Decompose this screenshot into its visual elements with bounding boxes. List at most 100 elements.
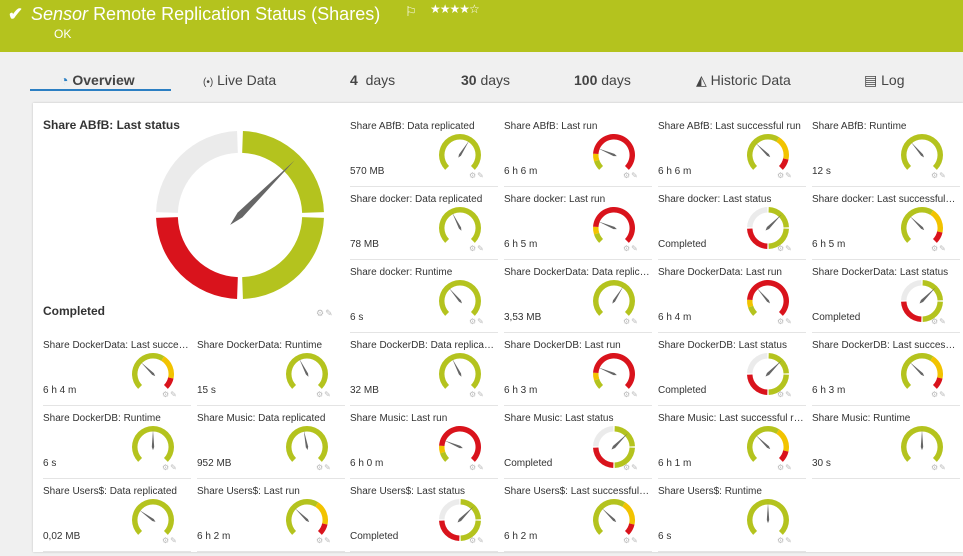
tile-settings-icon[interactable]: ⚙✎ [777, 463, 793, 472]
gauge-tile[interactable]: Share DockerData: Last status Completed ⚙✎ [812, 263, 960, 333]
gauge-tile[interactable]: Share DockerData: Data replicated 3,53 MB… [504, 263, 652, 333]
tab-live-data[interactable]: (•) Live Data [203, 72, 276, 88]
tab-100-days[interactable]: 100 days [574, 72, 631, 88]
gauge-tile[interactable]: Share Users$: Last successful run 6 h 2 m… [504, 482, 652, 552]
tile-settings-icon[interactable]: ⚙✎ [469, 536, 485, 545]
tile-settings-icon[interactable]: ⚙✎ [777, 317, 793, 326]
gauge-needle [444, 440, 463, 449]
tile-settings-icon[interactable]: ⚙✎ [316, 390, 332, 399]
gauge-tile-value: 6 h 2 m [504, 531, 538, 542]
tile-settings-icon[interactable]: ⚙✎ [469, 317, 485, 326]
tab-log[interactable]: ▤ Log [864, 72, 904, 89]
gauge-band-grey [156, 131, 238, 213]
gauge-tile[interactable]: Share Users$: Data replicated 0,02 MB ⚙✎ [43, 482, 191, 552]
gauge-tile[interactable]: Share docker: Data replicated 78 MB ⚙✎ [350, 190, 498, 260]
flag-icon[interactable]: ⚐ [405, 4, 417, 20]
tile-settings-icon[interactable]: ⚙✎ [931, 244, 947, 253]
gauge-band-green [593, 280, 635, 316]
tile-settings-icon[interactable]: ⚙✎ [623, 390, 639, 399]
tile-settings-icon[interactable]: ⚙✎ [931, 171, 947, 180]
tab-4-days[interactable]: 4 days [350, 72, 395, 88]
tile-settings-icon[interactable]: ⚙✎ [777, 171, 793, 180]
gauge-tile-value: 3,53 MB [504, 312, 542, 323]
main-gauge-tile[interactable]: Share ABfB: Last status Completed ⚙✎ [36, 110, 340, 324]
gauge-band-red [317, 523, 328, 535]
gauge-band-grey [593, 426, 614, 447]
tile-settings-icon[interactable]: ⚙✎ [623, 244, 639, 253]
gauge-tile-label: Share Users$: Data replicated [43, 486, 177, 497]
gauge-tile[interactable]: Share DockerData: Last successful run 6 h… [43, 336, 191, 406]
tab-30-days[interactable]: 30 days [461, 72, 510, 88]
check-icon: ✔ [8, 4, 24, 24]
gauge-tile[interactable]: Share DockerData: Last run 6 h 4 m ⚙✎ [658, 263, 806, 333]
tile-settings-icon[interactable]: ⚙✎ [623, 463, 639, 472]
gauge-tile[interactable]: Share Music: Last successful run 6 h 1 m ⚙… [658, 409, 806, 479]
tile-settings-icon[interactable]: ⚙✎ [469, 463, 485, 472]
tab-unit: days [365, 72, 396, 88]
gauge-band-yellow [315, 502, 328, 525]
gauge-tile[interactable]: Share DockerData: Runtime 15 s ⚙✎ [197, 336, 345, 406]
gauge-tile[interactable]: Share Music: Runtime 30 s ⚙✎ [812, 409, 960, 479]
gauge-tile[interactable]: Share DockerDB: Last successful run 6 h 3… [812, 336, 960, 406]
tile-settings-icon[interactable]: ⚙✎ [931, 390, 947, 399]
gauge-tile-label: Share DockerDB: Runtime [43, 413, 161, 424]
tile-settings-icon[interactable]: ⚙✎ [623, 536, 639, 545]
tile-settings-icon[interactable]: ⚙✎ [162, 536, 178, 545]
tile-settings-icon[interactable]: ⚙✎ [777, 536, 793, 545]
tile-settings-icon[interactable]: ⚙✎ [777, 390, 793, 399]
gauge-tile[interactable]: Share docker: Last status Completed ⚙✎ [658, 190, 806, 260]
gauge-tile[interactable]: Share Users$: Last status Completed ⚙✎ [350, 482, 498, 552]
gauge-tile[interactable]: Share ABfB: Data replicated 570 MB ⚙✎ [350, 117, 498, 187]
tile-settings-icon[interactable]: ⚙✎ [162, 390, 178, 399]
gauge-tile-label: Share DockerDB: Last run [504, 340, 621, 351]
gauge-tile[interactable]: Share DockerDB: Data replicated 32 MB ⚙✎ [350, 336, 498, 406]
tile-settings-icon[interactable]: ⚙✎ [469, 171, 485, 180]
tile-settings-icon[interactable]: ⚙✎ [623, 171, 639, 180]
tab-live-data-label: Live Data [217, 72, 277, 88]
gauge-tile[interactable]: Share ABfB: Last successful run 6 h 6 m ⚙✎ [658, 117, 806, 187]
tile-settings-icon[interactable]: ⚙✎ [931, 463, 947, 472]
gauge-tile-label: Share docker: Runtime [350, 267, 453, 278]
gauge-icon: ◔ [60, 72, 69, 88]
tab-historic-data[interactable]: ◭ Historic Data [696, 72, 791, 89]
gauge-tile[interactable]: Share docker: Last run 6 h 5 m ⚙✎ [504, 190, 652, 260]
gauge-tile-value: 6 h 5 m [504, 239, 538, 250]
active-tab-indicator [30, 89, 171, 91]
priority-stars[interactable]: ★★★★☆ [430, 2, 480, 16]
gauge-tile[interactable]: Share Music: Data replicated 952 MB ⚙✎ [197, 409, 345, 479]
gauge-tile-value: 6 h 4 m [658, 312, 692, 323]
gauge-needle [765, 360, 782, 377]
gauge-tile[interactable]: Share DockerDB: Last status Completed ⚙✎ [658, 336, 806, 406]
tile-settings-icon[interactable]: ⚙✎ [316, 536, 332, 545]
gauge-tile[interactable]: Share Music: Last run 6 h 0 m ⚙✎ [350, 409, 498, 479]
tab-overview[interactable]: ◔ Overview [60, 72, 135, 88]
gauge-tile[interactable]: Share ABfB: Runtime 12 s ⚙✎ [812, 117, 960, 187]
gauge-tile-label: Share DockerData: Last successful run [43, 340, 189, 351]
tile-settings-icon[interactable]: ⚙✎ [469, 390, 485, 399]
gauge-tile[interactable]: Share DockerDB: Last run 6 h 3 m ⚙✎ [504, 336, 652, 406]
gauge-tile-label: Share docker: Data replicated [350, 194, 483, 205]
gauge-band-red [156, 217, 238, 299]
gauge-tile[interactable]: Share ABfB: Last run 6 h 6 m ⚙✎ [504, 117, 652, 187]
gauge-tile[interactable]: Share Users$: Last run 6 h 2 m ⚙✎ [197, 482, 345, 552]
gauge-band-yellow [161, 356, 174, 379]
gauge-tile-value: 6 h 1 m [658, 458, 692, 469]
gauge-band-grey [901, 280, 922, 301]
gauge-tile[interactable]: Share docker: Last successful run 6 h 5 m… [812, 190, 960, 260]
tile-settings-icon[interactable]: ⚙✎ [469, 244, 485, 253]
gauge-tile-label: Share DockerDB: Last successful run [812, 340, 958, 351]
tile-settings-icon[interactable]: ⚙✎ [623, 317, 639, 326]
tile-settings-icon[interactable]: ⚙✎ [162, 463, 178, 472]
gauge-tile[interactable]: Share Music: Last status Completed ⚙✎ [504, 409, 652, 479]
gauge-tile[interactable]: Share docker: Runtime 6 s ⚙✎ [350, 263, 498, 333]
tile-settings-icon[interactable]: ⚙✎ [316, 308, 334, 319]
gauge-tile[interactable]: Share DockerDB: Runtime 6 s ⚙✎ [43, 409, 191, 479]
gauge-tile-value: 6 h 5 m [812, 239, 846, 250]
tile-settings-icon[interactable]: ⚙✎ [931, 317, 947, 326]
tab-unit: days [480, 72, 511, 88]
tile-settings-icon[interactable]: ⚙✎ [316, 463, 332, 472]
gauge-tile[interactable]: Share Users$: Runtime 6 s ⚙✎ [658, 482, 806, 552]
gauge-tile-label: Share Music: Last run [350, 413, 448, 424]
area-chart-icon: ◭ [696, 72, 707, 88]
tile-settings-icon[interactable]: ⚙✎ [777, 244, 793, 253]
